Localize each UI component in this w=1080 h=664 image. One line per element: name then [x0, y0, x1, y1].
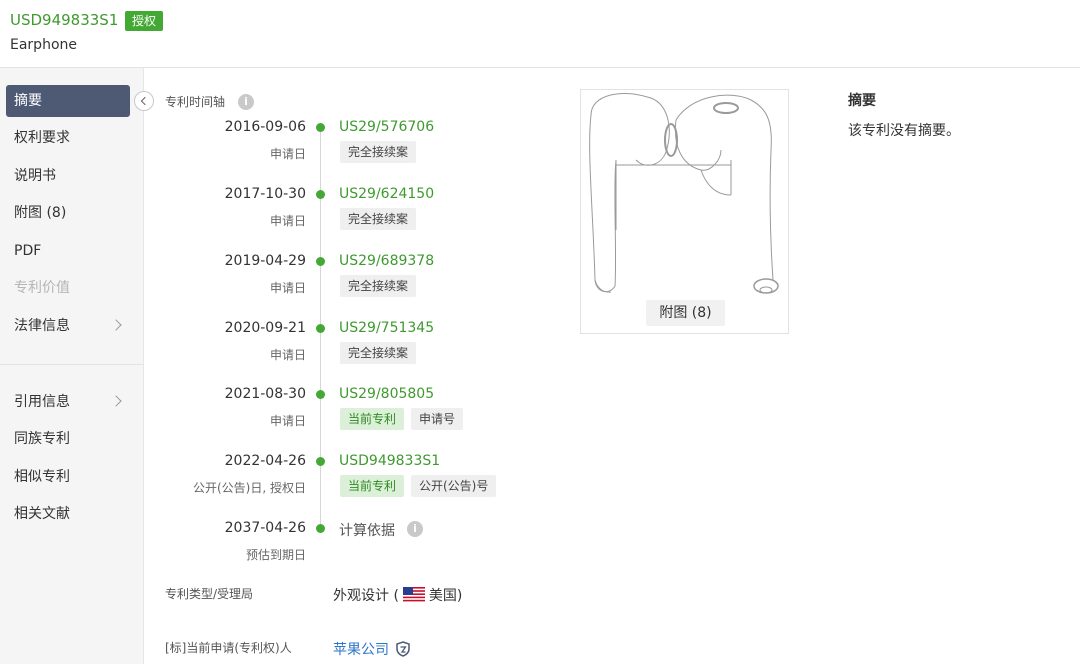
sidebar-item-similar[interactable]: 相似专利	[6, 461, 130, 493]
timeline-dot	[316, 190, 325, 199]
abstract-text: 该专利没有摘要。	[848, 123, 960, 139]
sidebar-item-label: 法律信息	[14, 318, 70, 334]
current-patent-badge: 当前专利	[340, 408, 405, 430]
timeline-date: 2020-09-21	[224, 320, 306, 336]
sidebar-item-label: PDF	[14, 243, 42, 259]
status-badge: 授权	[125, 11, 164, 31]
figures-button[interactable]: 附图 (8)	[646, 300, 725, 326]
chevron-right-icon	[110, 395, 122, 407]
sidebar-item-label: 摘要	[14, 93, 42, 109]
patent-type-text: 外观设计 (	[333, 588, 399, 604]
sidebar-item-legal-info[interactable]: 法律信息	[6, 310, 130, 342]
sidebar-item-patent-value: 专利价值	[6, 272, 130, 304]
abstract-title: 摘要	[848, 93, 876, 109]
earphone-drawing	[589, 92, 779, 294]
sidebar-item-pdf[interactable]: PDF	[6, 235, 130, 267]
assignee-link[interactable]: 苹果公司	[333, 642, 389, 658]
timeline-badge: 完全接续案	[340, 342, 417, 364]
timeline-event-type: 申请日	[269, 147, 306, 161]
timeline-number-link[interactable]: USD949833S1	[339, 453, 440, 469]
shield-icon[interactable]	[395, 641, 411, 657]
sidebar-item-label: 同族专利	[14, 431, 70, 447]
sidebar-item-label: 相关文献	[14, 506, 70, 522]
timeline-dot	[316, 524, 325, 533]
timeline-event-type: 申请日	[269, 214, 306, 228]
sidebar-item-label: 权利要求	[14, 130, 70, 146]
chevron-right-icon	[110, 319, 122, 331]
sidebar: 摘要 权利要求 说明书 附图 (8) PDF 专利价值 法律信息 引用信息 同族…	[0, 68, 144, 664]
timeline-badge: 完全接续案	[340, 208, 417, 230]
patent-header: USD949833S1 授权 Earphone	[0, 0, 1080, 68]
timeline-date: 2037-04-26	[224, 520, 306, 536]
timeline-dot	[316, 257, 325, 266]
calculation-basis-label: 计算依据	[339, 523, 395, 539]
timeline-number-link[interactable]: US29/576706	[339, 119, 434, 135]
timeline-badge: 完全接续案	[340, 275, 417, 297]
info-icon[interactable]: i	[407, 521, 423, 537]
timeline-number-link[interactable]: US29/689378	[339, 253, 434, 269]
sidebar-item-related-docs[interactable]: 相关文献	[6, 498, 130, 530]
timeline-event-type: 申请日	[269, 414, 306, 428]
timeline-dot	[316, 324, 325, 333]
sidebar-divider	[0, 364, 143, 365]
country-text: 美国)	[428, 588, 463, 604]
timeline-dot	[316, 390, 325, 399]
patent-title: Earphone	[10, 37, 77, 53]
timeline-badge: 公开(公告)号	[411, 475, 497, 497]
sidebar-item-claims[interactable]: 权利要求	[6, 122, 130, 154]
sidebar-item-label: 相似专利	[14, 469, 70, 485]
sidebar-item-label: 专利价值	[14, 280, 70, 296]
timeline-date: 2017-10-30	[224, 186, 306, 202]
timeline-event-type: 预估到期日	[245, 548, 306, 562]
info-icon[interactable]: i	[238, 94, 254, 110]
collapse-sidebar-button[interactable]	[134, 91, 154, 111]
sidebar-item-label: 附图 (8)	[14, 205, 67, 221]
timeline-event-type: 申请日	[269, 281, 306, 295]
current-patent-badge: 当前专利	[340, 475, 405, 497]
patent-type-value: 外观设计 ( 美国)	[333, 585, 462, 605]
timeline-number-link[interactable]: US29/624150	[339, 186, 434, 202]
timeline-number-link[interactable]: US29/751345	[339, 320, 434, 336]
timeline-number-link[interactable]: US29/805805	[339, 386, 434, 402]
assignee-label: [标]当前申请(专利权)人	[165, 641, 292, 655]
sidebar-item-label: 引用信息	[14, 394, 70, 410]
sidebar-item-description[interactable]: 说明书	[6, 160, 130, 192]
sidebar-item-citations[interactable]: 引用信息	[6, 386, 130, 418]
timeline-badge: 完全接续案	[340, 141, 417, 163]
timeline-date: 2019-04-29	[224, 253, 306, 269]
timeline-dot	[316, 123, 325, 132]
timeline-date: 2022-04-26	[224, 453, 306, 469]
patent-number: USD949833S1	[10, 11, 119, 29]
sidebar-item-figures[interactable]: 附图 (8)	[6, 197, 130, 229]
figure-thumbnail[interactable]	[580, 89, 789, 334]
timeline-date: 2021-08-30	[224, 386, 306, 402]
us-flag-icon	[402, 587, 425, 602]
assignee-value: 苹果公司	[333, 639, 411, 659]
sidebar-item-family[interactable]: 同族专利	[6, 423, 130, 455]
sidebar-item-label: 说明书	[14, 168, 56, 184]
timeline-dot	[316, 457, 325, 466]
timeline-title: 专利时间轴	[165, 95, 226, 109]
sidebar-item-abstract[interactable]: 摘要	[6, 85, 130, 117]
timeline-event-type: 申请日	[269, 348, 306, 362]
timeline-event-type: 公开(公告)日, 授权日	[193, 481, 306, 495]
patent-type-label: 专利类型/受理局	[165, 587, 254, 601]
timeline-date: 2016-09-06	[224, 119, 306, 135]
timeline-badge: 申请号	[411, 408, 464, 430]
